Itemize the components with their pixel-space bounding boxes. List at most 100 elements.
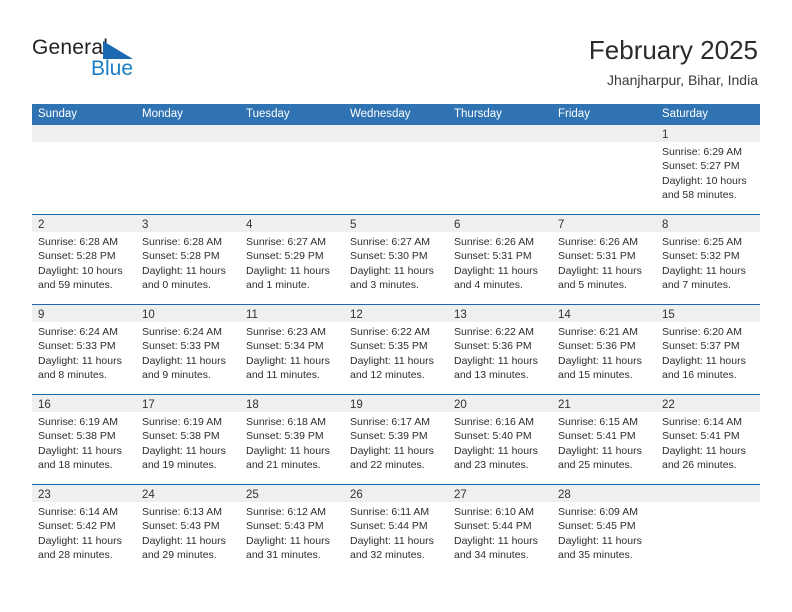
day-number-band: 20 [448, 395, 552, 412]
sunrise-text: Sunrise: 6:22 AM [454, 326, 534, 338]
calendar-cell-day-2[interactable]: 2 Sunrise: 6:28 AM Sunset: 5:28 PM Daylight… [32, 215, 136, 304]
daylight-text-cont: and 0 minutes. [142, 279, 211, 292]
calendar-cell-day-21[interactable]: 21 Sunrise: 6:15 AM Sunset: 5:41 PM Dayligh… [552, 395, 656, 484]
calendar-cell-day-16[interactable]: 16 Sunrise: 6:19 AM Sunset: 5:38 PM Dayligh… [32, 395, 136, 484]
day-number-band: 9 [32, 305, 136, 322]
calendar-cell-day-28[interactable]: 28 Sunrise: 6:09 AM Sunset: 5:45 PM Dayligh… [552, 485, 656, 574]
day-number-band: 28 [552, 485, 656, 502]
sunset-text: Sunset: 5:33 PM [38, 340, 116, 353]
daylight-text-cont: and 23 minutes. [454, 459, 529, 472]
day-number: 5 [350, 219, 357, 231]
sunset-text: Sunset: 5:28 PM [142, 250, 220, 263]
calendar-cell-day-7[interactable]: 7 Sunrise: 6:26 AM Sunset: 5:31 PM Daylight… [552, 215, 656, 304]
day-events: Sunrise: 6:29 AM Sunset: 5:27 PM Daylight:… [656, 142, 760, 203]
calendar-cell-day-22[interactable]: 22 Sunrise: 6:14 AM Sunset: 5:41 PM Dayligh… [656, 395, 760, 484]
weekday-header-tuesday: Tuesday [246, 108, 290, 120]
calendar-cell-day-18[interactable]: 18 Sunrise: 6:18 AM Sunset: 5:39 PM Dayligh… [240, 395, 344, 484]
calendar-cell-day-27[interactable]: 27 Sunrise: 6:10 AM Sunset: 5:44 PM Dayligh… [448, 485, 552, 574]
day-number-band: 4 [240, 215, 344, 232]
day-events: Sunrise: 6:09 AM Sunset: 5:45 PM Daylight:… [552, 502, 656, 563]
title-block: February 2025 Jhanjharpur, Bihar, India [589, 34, 758, 90]
daylight-text: Daylight: 11 hours [558, 354, 642, 367]
daylight-text: Daylight: 11 hours [142, 354, 226, 367]
daylight-text-cont: and 5 minutes. [558, 279, 627, 292]
logo-text-blue: Blue [91, 57, 134, 80]
sunrise-text: Sunrise: 6:26 AM [558, 236, 638, 248]
day-number: 11 [246, 309, 258, 321]
day-number-band: 3 [136, 215, 240, 232]
day-number-band [552, 125, 656, 142]
calendar-cell-day-15[interactable]: 15 Sunrise: 6:20 AM Sunset: 5:37 PM Dayligh… [656, 305, 760, 394]
calendar-cell-day-26[interactable]: 26 Sunrise: 6:11 AM Sunset: 5:44 PM Dayligh… [344, 485, 448, 574]
calendar-cell-day-6[interactable]: 6 Sunrise: 6:26 AM Sunset: 5:31 PM Daylight… [448, 215, 552, 304]
daylight-text-cont: and 21 minutes. [246, 459, 321, 472]
sunrise-text: Sunrise: 6:16 AM [454, 416, 534, 428]
general-blue-logo[interactable]: General Blue [32, 36, 152, 82]
calendar-cell-day-25[interactable]: 25 Sunrise: 6:12 AM Sunset: 5:43 PM Dayligh… [240, 485, 344, 574]
day-number: 27 [454, 489, 467, 501]
daylight-text: Daylight: 11 hours [350, 264, 434, 277]
day-number-band: 12 [344, 305, 448, 322]
day-number-band: 27 [448, 485, 552, 502]
calendar-cell-day-20[interactable]: 20 Sunrise: 6:16 AM Sunset: 5:40 PM Dayligh… [448, 395, 552, 484]
calendar-cell-day-17[interactable]: 17 Sunrise: 6:19 AM Sunset: 5:38 PM Dayligh… [136, 395, 240, 484]
calendar-cell-day-14[interactable]: 14 Sunrise: 6:21 AM Sunset: 5:36 PM Dayligh… [552, 305, 656, 394]
day-number-band: 26 [344, 485, 448, 502]
daylight-text: Daylight: 11 hours [38, 444, 122, 457]
day-number-band [656, 485, 760, 502]
calendar-cell-empty [344, 125, 448, 214]
sunrise-text: Sunrise: 6:19 AM [38, 416, 118, 428]
daylight-text: Daylight: 11 hours [246, 444, 330, 457]
calendar-cell-day-12[interactable]: 12 Sunrise: 6:22 AM Sunset: 5:35 PM Dayligh… [344, 305, 448, 394]
day-events: Sunrise: 6:14 AM Sunset: 5:42 PM Daylight:… [32, 502, 136, 563]
daylight-text-cont: and 58 minutes. [662, 189, 737, 202]
calendar-cell-day-10[interactable]: 10 Sunrise: 6:24 AM Sunset: 5:33 PM Dayligh… [136, 305, 240, 394]
day-number-band: 23 [32, 485, 136, 502]
calendar-cell-day-13[interactable]: 13 Sunrise: 6:22 AM Sunset: 5:36 PM Dayligh… [448, 305, 552, 394]
calendar-cell-day-3[interactable]: 3 Sunrise: 6:28 AM Sunset: 5:28 PM Daylight… [136, 215, 240, 304]
sunset-text: Sunset: 5:40 PM [454, 430, 532, 443]
sunrise-text: Sunrise: 6:29 AM [662, 146, 742, 158]
day-number-band: 6 [448, 215, 552, 232]
day-number-band [448, 125, 552, 142]
sunset-text: Sunset: 5:43 PM [142, 520, 220, 533]
calendar-cell-day-1[interactable]: 1 Sunrise: 6:29 AM Sunset: 5:27 PM Daylight… [656, 125, 760, 214]
calendar-week-row: 1 Sunrise: 6:29 AM Sunset: 5:27 PM Daylight… [32, 125, 760, 214]
calendar-cell-day-4[interactable]: 4 Sunrise: 6:27 AM Sunset: 5:29 PM Daylight… [240, 215, 344, 304]
calendar-cell-day-11[interactable]: 11 Sunrise: 6:23 AM Sunset: 5:34 PM Dayligh… [240, 305, 344, 394]
calendar-cell-day-19[interactable]: 19 Sunrise: 6:17 AM Sunset: 5:39 PM Dayligh… [344, 395, 448, 484]
weekday-header-row: Sunday Monday Tuesday Wednesday Thursday Frid… [32, 104, 760, 125]
daylight-text-cont: and 15 minutes. [558, 369, 633, 382]
day-number-band: 21 [552, 395, 656, 412]
daylight-text: Daylight: 11 hours [350, 534, 434, 547]
day-number: 14 [558, 309, 571, 321]
day-number: 13 [454, 309, 467, 321]
sunset-text: Sunset: 5:34 PM [246, 340, 324, 353]
day-number-band [136, 125, 240, 142]
calendar-cell-empty [448, 125, 552, 214]
day-number-band: 17 [136, 395, 240, 412]
day-number-band: 14 [552, 305, 656, 322]
sunrise-text: Sunrise: 6:26 AM [454, 236, 534, 248]
daylight-text-cont: and 22 minutes. [350, 459, 425, 472]
calendar-cell-day-23[interactable]: 23 Sunrise: 6:14 AM Sunset: 5:42 PM Dayligh… [32, 485, 136, 574]
calendar-cell-empty [136, 125, 240, 214]
calendar-cell-day-24[interactable]: 24 Sunrise: 6:13 AM Sunset: 5:43 PM Dayligh… [136, 485, 240, 574]
calendar-cell-day-8[interactable]: 8 Sunrise: 6:25 AM Sunset: 5:32 PM Daylight… [656, 215, 760, 304]
daylight-text: Daylight: 11 hours [662, 444, 746, 457]
sunrise-text: Sunrise: 6:13 AM [142, 506, 222, 518]
daylight-text-cont: and 13 minutes. [454, 369, 529, 382]
daylight-text: Daylight: 11 hours [246, 534, 330, 547]
day-events: Sunrise: 6:27 AM Sunset: 5:30 PM Daylight:… [344, 232, 448, 293]
day-number-band: 7 [552, 215, 656, 232]
sunset-text: Sunset: 5:44 PM [350, 520, 428, 533]
daylight-text: Daylight: 11 hours [142, 264, 226, 277]
sunset-text: Sunset: 5:29 PM [246, 250, 324, 263]
page-title: February 2025 [588, 35, 758, 65]
daylight-text: Daylight: 10 hours [38, 264, 123, 277]
calendar-cell-day-9[interactable]: 9 Sunrise: 6:24 AM Sunset: 5:33 PM Daylight… [32, 305, 136, 394]
calendar-cell-day-5[interactable]: 5 Sunrise: 6:27 AM Sunset: 5:30 PM Daylight… [344, 215, 448, 304]
daylight-text-cont: and 35 minutes. [558, 549, 633, 562]
day-number: 7 [558, 219, 565, 231]
sunrise-text: Sunrise: 6:19 AM [142, 416, 222, 428]
